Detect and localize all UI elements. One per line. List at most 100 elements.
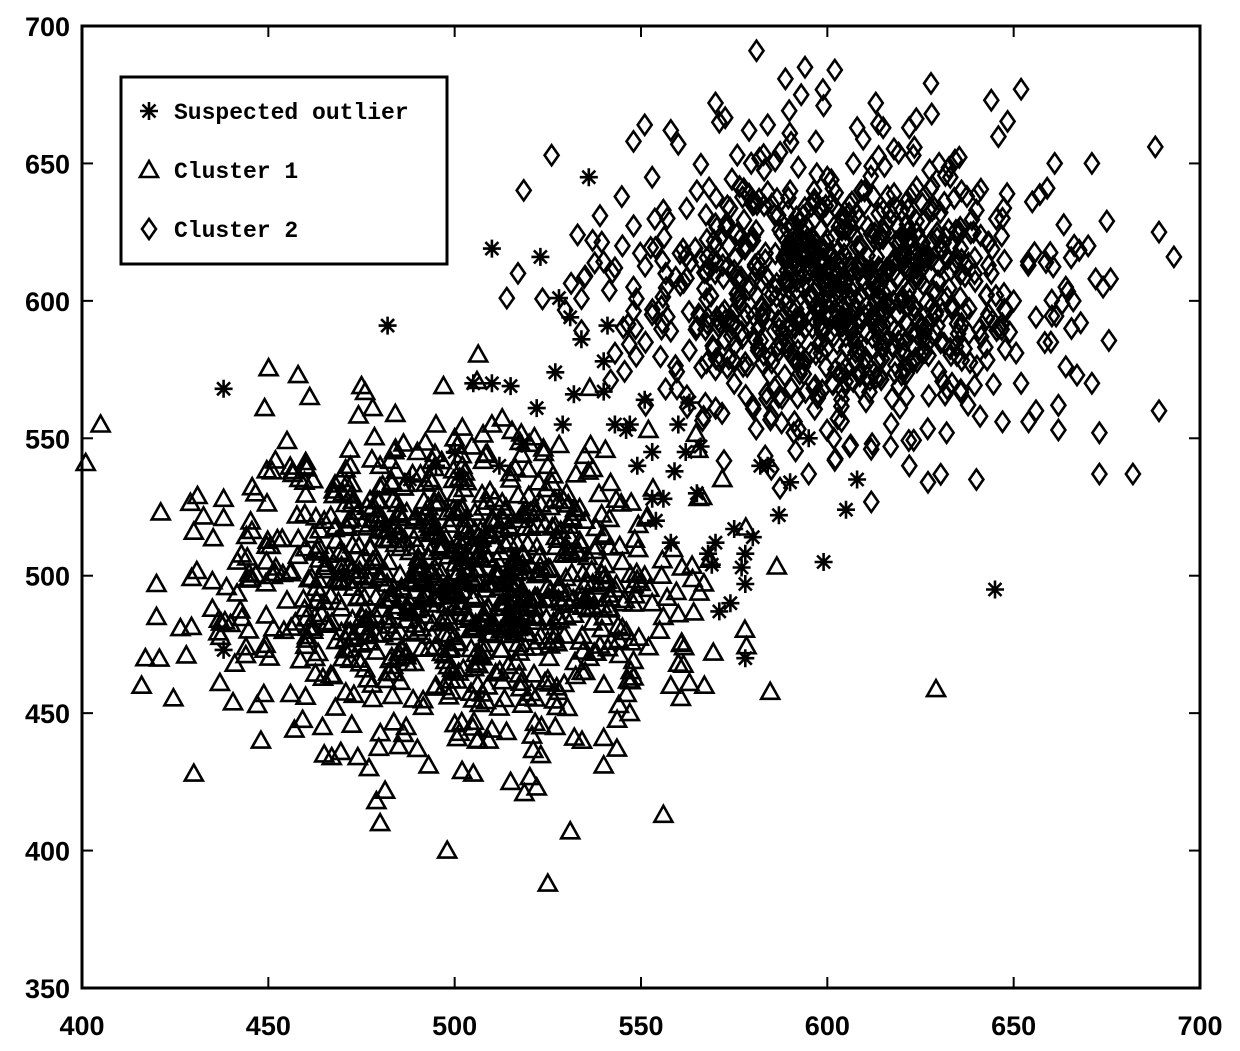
y-tick-label: 700 bbox=[25, 12, 70, 42]
cluster-1-point bbox=[733, 618, 757, 639]
x-tick-label: 650 bbox=[991, 1011, 1036, 1041]
cluster-2-point bbox=[1012, 76, 1030, 102]
cluster-2-point bbox=[826, 57, 844, 83]
suspected-outlier-point bbox=[378, 316, 397, 335]
cluster-2-point bbox=[1150, 219, 1168, 245]
cluster-2-point bbox=[1005, 288, 1023, 314]
suspected-outlier-point bbox=[781, 473, 800, 492]
cluster-1-point bbox=[283, 717, 306, 738]
suspected-outlier-point bbox=[769, 506, 788, 525]
suspected-outlier-point bbox=[527, 399, 546, 418]
suspected-outlier-point bbox=[464, 374, 483, 393]
cluster-2-point bbox=[897, 383, 916, 409]
cluster-2-point bbox=[789, 154, 807, 180]
cluster-2-point bbox=[989, 124, 1007, 149]
cluster-1-point bbox=[924, 677, 948, 698]
cluster-1-point bbox=[522, 662, 546, 683]
cluster-1-point bbox=[460, 434, 484, 455]
cluster-2-point bbox=[543, 142, 561, 168]
suspected-outlier-point bbox=[445, 443, 464, 461]
y-tick-label: 550 bbox=[25, 424, 70, 454]
cluster-1-point bbox=[149, 500, 172, 521]
cluster-1-point bbox=[324, 695, 347, 716]
cluster-2-point bbox=[796, 54, 814, 80]
cluster-1-point bbox=[702, 640, 725, 661]
cluster-1-point bbox=[693, 674, 716, 695]
suspected-outlier-point bbox=[680, 393, 699, 412]
cluster-1-point bbox=[432, 374, 455, 395]
cluster-1-point bbox=[711, 467, 734, 488]
cluster-2-point bbox=[680, 338, 698, 363]
cluster-1-point bbox=[338, 437, 362, 458]
cluster-2-point bbox=[900, 453, 918, 479]
cluster-1-point bbox=[435, 838, 459, 859]
cluster-1-point bbox=[480, 717, 504, 738]
cluster-2-point bbox=[602, 368, 620, 393]
cluster-2-point bbox=[569, 222, 587, 248]
cluster-1-point bbox=[558, 819, 582, 840]
cluster-2-point bbox=[993, 409, 1012, 435]
cluster-1-point bbox=[684, 422, 708, 443]
cluster-1-point bbox=[162, 686, 185, 707]
cluster-1-point bbox=[387, 734, 411, 755]
cluster-2-point bbox=[509, 261, 527, 286]
cluster-1-point bbox=[493, 687, 516, 708]
cluster-1-point bbox=[145, 605, 168, 626]
cluster-1-point bbox=[244, 481, 267, 502]
cluster-1-point bbox=[249, 728, 273, 749]
suspected-outlier-point bbox=[512, 434, 531, 453]
cluster-1-point bbox=[208, 671, 232, 692]
y-tick-label: 350 bbox=[25, 974, 70, 1004]
cluster-1-point bbox=[652, 803, 675, 824]
legend-marker-asterisk bbox=[140, 102, 158, 120]
cluster-1-point bbox=[669, 686, 693, 707]
cluster-1-point bbox=[298, 385, 321, 406]
suspected-outlier-point bbox=[598, 316, 617, 335]
cluster-2-point bbox=[747, 38, 766, 63]
cluster-2-point bbox=[498, 285, 516, 311]
cluster-2-point bbox=[862, 489, 880, 515]
suspected-outlier-point bbox=[665, 462, 684, 481]
cluster-1-point bbox=[607, 693, 631, 714]
suspected-outlier-point bbox=[986, 580, 1004, 599]
x-tick-label: 400 bbox=[59, 1011, 104, 1041]
cluster-1-point bbox=[275, 588, 299, 609]
cluster-2-point bbox=[900, 428, 918, 453]
cluster-1-point bbox=[471, 422, 495, 443]
suspected-outlier-point bbox=[482, 239, 501, 258]
legend-label-cluster-1: Cluster 1 bbox=[174, 159, 298, 185]
suspected-outlier-point bbox=[553, 415, 572, 434]
cluster-1-point bbox=[357, 756, 381, 777]
cluster-2-point bbox=[715, 448, 733, 473]
cluster-2-point bbox=[923, 101, 941, 127]
cluster-1-point bbox=[201, 597, 224, 618]
x-tick-label: 450 bbox=[246, 1011, 291, 1041]
cluster-2-point bbox=[1090, 461, 1108, 487]
cluster-1-point bbox=[599, 471, 622, 492]
cluster-2-point bbox=[651, 344, 670, 369]
cluster-2-point bbox=[636, 253, 654, 279]
suspected-outlier-point bbox=[736, 649, 755, 668]
suspected-outlier-point bbox=[736, 575, 755, 593]
suspected-outlier-point bbox=[214, 379, 233, 398]
cluster-2-point bbox=[919, 416, 937, 442]
cluster-1-point bbox=[592, 673, 616, 694]
cluster-1-point bbox=[212, 487, 235, 508]
cluster-1-point bbox=[466, 342, 490, 363]
x-tick-label: 600 bbox=[805, 1011, 850, 1041]
cluster-1-point bbox=[255, 491, 279, 512]
cluster-1-point bbox=[406, 737, 429, 758]
cluster-1-point bbox=[637, 635, 660, 656]
cluster-1-point bbox=[201, 569, 224, 590]
cluster-2-point bbox=[706, 90, 725, 116]
suspected-outlier-point bbox=[564, 385, 583, 404]
suspected-outlier-point bbox=[550, 289, 568, 308]
cluster-2-point bbox=[971, 404, 989, 429]
cluster-2-point bbox=[984, 371, 1003, 397]
cluster-1-point bbox=[384, 402, 407, 423]
cluster-2-point bbox=[562, 271, 580, 296]
cluster-1-point bbox=[368, 811, 392, 832]
cluster-2-point bbox=[700, 175, 718, 201]
cluster-2-point bbox=[515, 178, 533, 203]
cluster-1-point bbox=[175, 643, 198, 664]
